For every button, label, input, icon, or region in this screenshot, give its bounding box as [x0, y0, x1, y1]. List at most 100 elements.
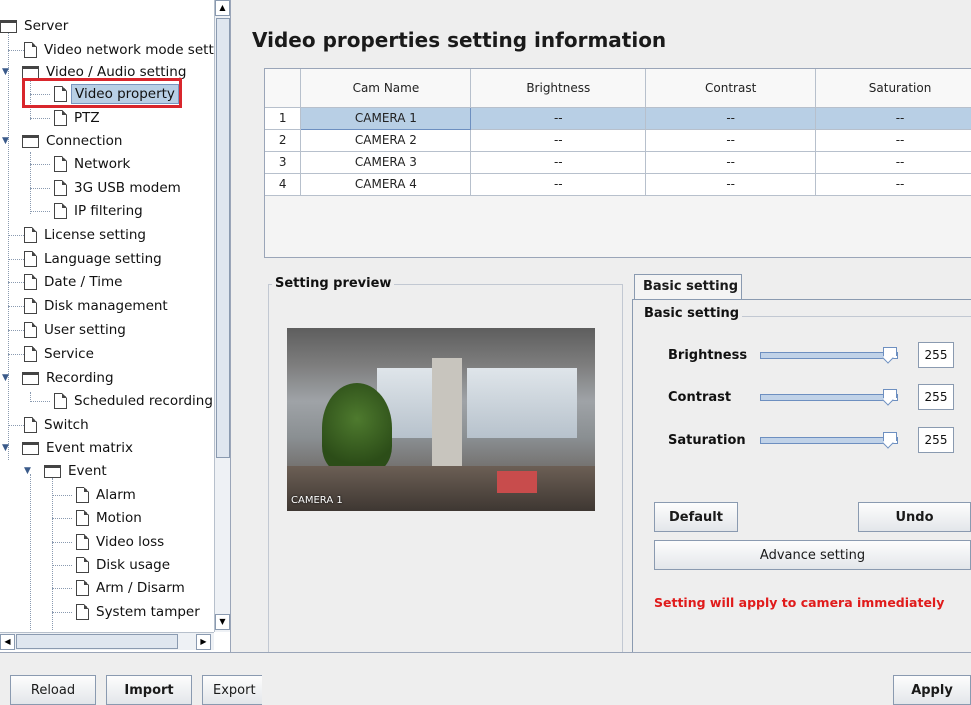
scroll-down-arrow-icon[interactable]: ▼ [215, 614, 230, 630]
slider-knob-icon[interactable] [883, 388, 897, 405]
saturation-cell[interactable]: -- [815, 107, 971, 130]
table-row[interactable]: 3 CAMERA 3 -- -- -- [265, 151, 971, 174]
tree-item-network[interactable]: Network [30, 152, 133, 176]
scroll-up-arrow-icon[interactable]: ▲ [215, 0, 230, 16]
cam-name-cell[interactable]: CAMERA 3 [300, 151, 472, 174]
tree-item-date-time[interactable]: Date / Time [8, 270, 125, 294]
brightness-value-field[interactable]: 255 [918, 342, 954, 368]
slider-fill [761, 394, 887, 400]
tree-item-label: PTZ [74, 110, 100, 126]
tree-item-service[interactable]: Service [8, 342, 97, 366]
tree-item-motion[interactable]: Motion [52, 506, 145, 530]
slider-knob-icon[interactable] [883, 346, 897, 363]
tree-item-alarm[interactable]: Alarm [52, 483, 139, 507]
tree-item-scheduled-recording[interactable]: Scheduled recording [30, 389, 214, 413]
tree-connector-line [8, 306, 24, 307]
slider-knob-icon[interactable] [883, 431, 897, 448]
cam-name-cell[interactable]: CAMERA 1 [300, 106, 472, 130]
brightness-slider[interactable] [760, 346, 898, 359]
expand-toggle-icon[interactable]: ▼ [2, 67, 12, 77]
advance-setting-button[interactable]: Advance setting [654, 540, 971, 570]
document-icon [54, 110, 67, 126]
contrast-value-field[interactable]: 255 [918, 384, 954, 410]
contrast-cell[interactable]: -- [645, 173, 817, 196]
contrast-row: Contrast 255 [668, 383, 954, 411]
document-icon [24, 274, 37, 290]
expand-toggle-icon[interactable]: ▼ [2, 136, 12, 146]
tree-item-3g-usb-modem[interactable]: 3G USB modem [30, 176, 184, 200]
scrollbar-thumb[interactable] [216, 18, 230, 458]
saturation-cell[interactable]: -- [815, 173, 971, 196]
tree-connector-line [30, 118, 50, 119]
tree-item-event[interactable]: ▼ Event [22, 459, 110, 483]
column-header-contrast[interactable]: Contrast [645, 69, 817, 108]
selection-highlight-box [22, 78, 182, 108]
tree-item-label: Disk management [44, 298, 168, 314]
expand-toggle-icon[interactable]: ▼ [2, 443, 12, 453]
brightness-cell[interactable]: -- [470, 151, 647, 174]
brightness-cell[interactable]: -- [470, 107, 647, 130]
saturation-cell[interactable]: -- [815, 129, 971, 152]
tree-item-disk-management[interactable]: Disk management [8, 294, 171, 318]
expand-toggle-icon[interactable]: ▼ [2, 373, 12, 383]
saturation-row: Saturation 255 [668, 426, 954, 454]
column-header-saturation[interactable]: Saturation [815, 69, 971, 108]
tree-item-recording[interactable]: ▼ Recording [0, 366, 117, 390]
tree-item-label: Connection [46, 133, 123, 149]
tree-item-ptz[interactable]: PTZ [30, 106, 103, 130]
tree-item-license-setting[interactable]: License setting [8, 223, 149, 247]
table-row[interactable]: 4 CAMERA 4 -- -- -- [265, 173, 971, 196]
tree-horizontal-scrollbar[interactable]: ◀ ▶ [0, 632, 214, 650]
document-icon [54, 180, 67, 196]
tree-item-system-tamper[interactable]: System tamper [52, 600, 203, 624]
apply-button[interactable]: Apply [893, 675, 971, 705]
tree-item-label: User setting [44, 322, 126, 338]
tree-item-label: IP filtering [74, 203, 143, 219]
tree-item-switch[interactable]: Switch [8, 413, 92, 437]
folder-icon [22, 371, 39, 385]
contrast-cell[interactable]: -- [645, 107, 817, 130]
tree-vertical-scrollbar[interactable]: ▲ ▼ [214, 0, 230, 632]
table-row[interactable]: 2 CAMERA 2 -- -- -- [265, 129, 971, 152]
tree-item-arm-disarm[interactable]: Arm / Disarm [52, 576, 188, 600]
tree-item-disk-usage[interactable]: Disk usage [52, 553, 173, 577]
contrast-cell[interactable]: -- [645, 129, 817, 152]
tree-connector-line [8, 282, 24, 283]
reload-button[interactable]: Reload [10, 675, 96, 705]
saturation-value-field[interactable]: 255 [918, 427, 954, 453]
tab-basic-setting[interactable]: Basic setting [634, 274, 742, 300]
document-icon [24, 251, 37, 267]
expand-toggle-icon[interactable]: ▼ [24, 466, 34, 476]
cam-name-cell[interactable]: CAMERA 4 [300, 173, 472, 196]
scroll-left-arrow-icon[interactable]: ◀ [0, 634, 15, 650]
tree-item-connection[interactable]: ▼ Connection [0, 129, 125, 153]
brightness-cell[interactable]: -- [470, 129, 647, 152]
export-button[interactable]: Export [202, 675, 262, 705]
contrast-slider[interactable] [760, 388, 898, 401]
tree-connector-line [8, 50, 24, 51]
document-icon [76, 557, 89, 573]
undo-button[interactable]: Undo [858, 502, 971, 532]
tree-item-video-loss[interactable]: Video loss [52, 530, 167, 554]
saturation-cell[interactable]: -- [815, 151, 971, 174]
default-button[interactable]: Default [654, 502, 738, 532]
tree-connector-line [8, 425, 24, 426]
import-button[interactable]: Import [106, 675, 192, 705]
column-header-brightness[interactable]: Brightness [470, 69, 647, 108]
brightness-cell[interactable]: -- [470, 173, 647, 196]
saturation-slider[interactable] [760, 431, 898, 444]
tree-item-video-network-mode[interactable]: Video network mode setti [8, 38, 214, 62]
column-header-index [265, 69, 302, 108]
scroll-right-arrow-icon[interactable]: ▶ [196, 634, 211, 650]
cam-name-cell[interactable]: CAMERA 2 [300, 129, 472, 152]
scrollbar-thumb[interactable] [16, 634, 178, 649]
table-row[interactable]: 1 CAMERA 1 -- -- -- [265, 106, 971, 130]
tree-item-event-matrix[interactable]: ▼ Event matrix [0, 436, 136, 460]
tree-connector-line [52, 612, 72, 613]
column-header-cam-name[interactable]: Cam Name [300, 69, 472, 108]
tree-item-user-setting[interactable]: User setting [8, 318, 129, 342]
tree-item-ip-filtering[interactable]: IP filtering [30, 199, 146, 223]
contrast-cell[interactable]: -- [645, 151, 817, 174]
tree-item-language-setting[interactable]: Language setting [8, 247, 165, 271]
tree-item-server[interactable]: Server [0, 14, 71, 38]
